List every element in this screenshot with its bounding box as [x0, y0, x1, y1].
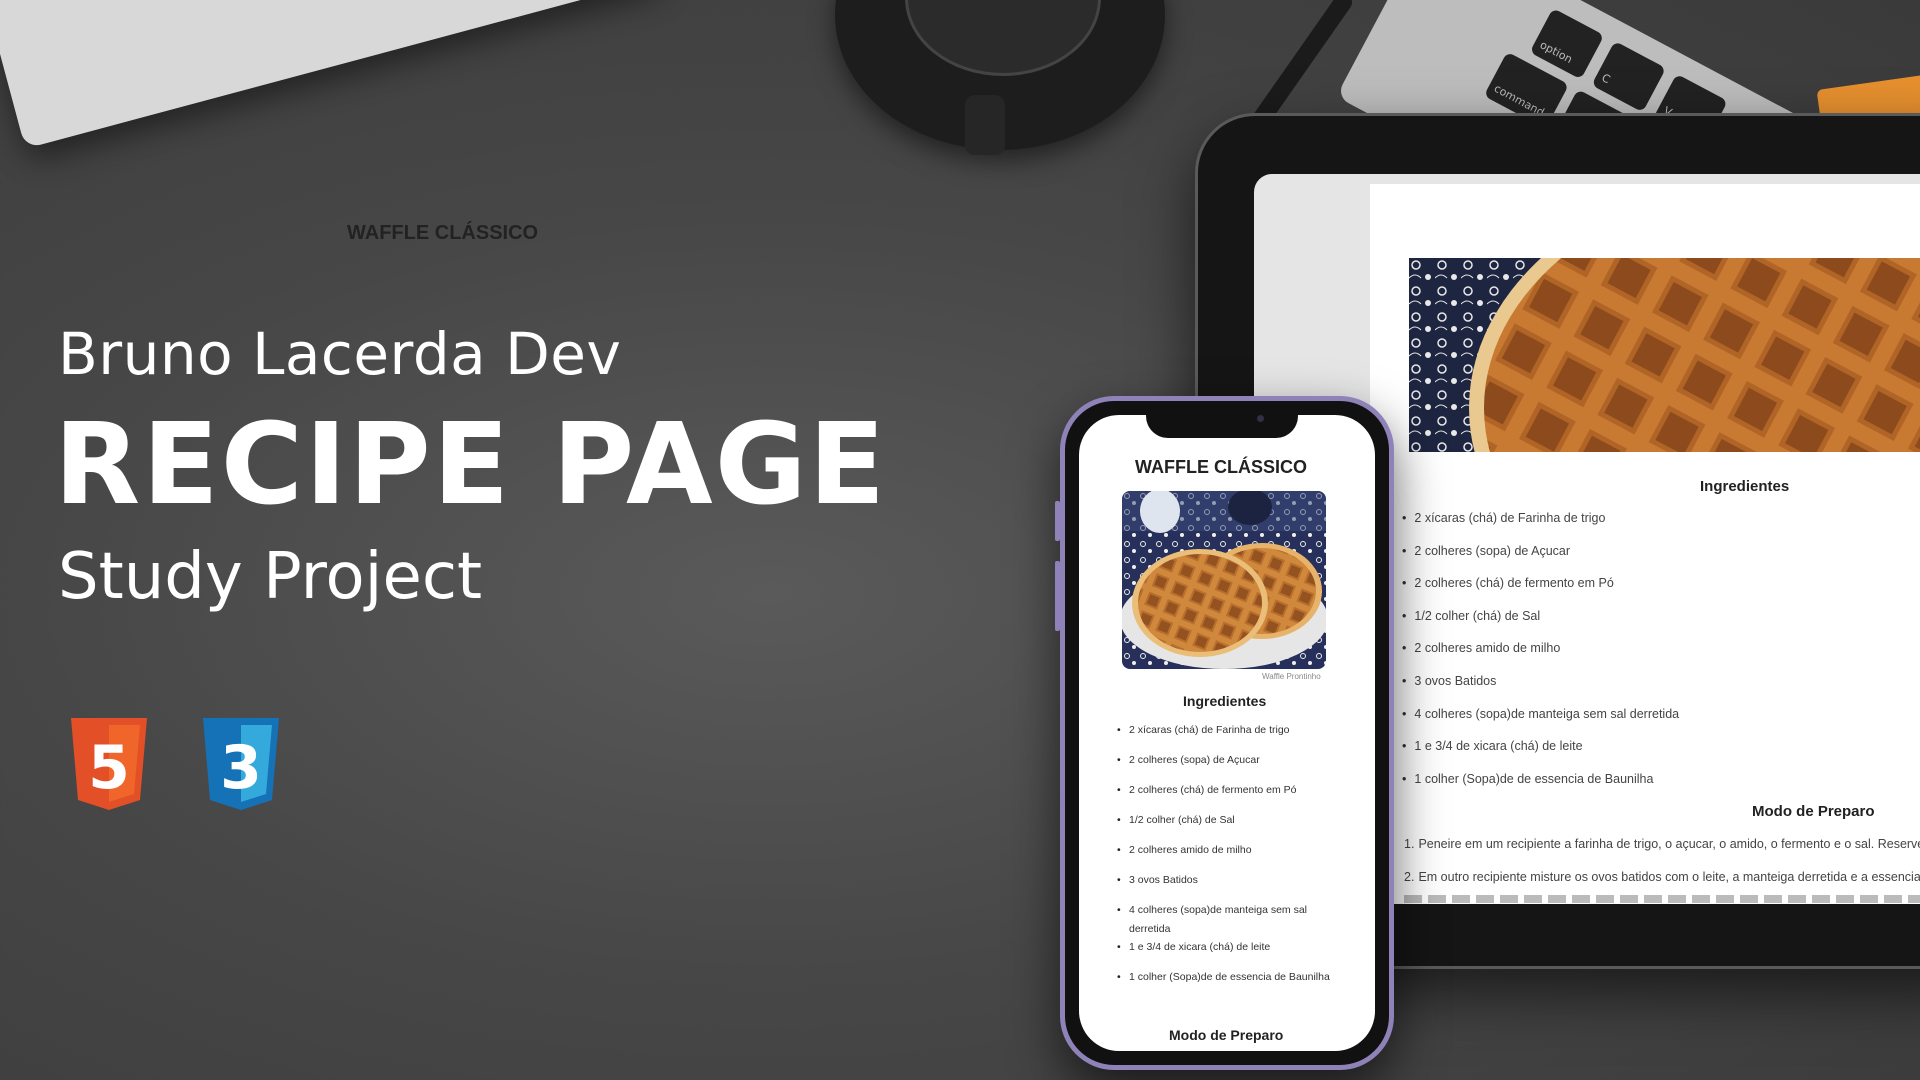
phone-recipe-title: WAFFLE CLÁSSICO: [1135, 457, 1307, 477]
coffee-cup-prop: [835, 0, 1165, 155]
list-item: 3 ovos Batidos: [1117, 871, 1337, 901]
phone-side-button: [1055, 561, 1060, 631]
css3-logo-icon: 3: [203, 718, 279, 810]
tablet-ingredients-list: 2 xícaras (chá) de Farinha de trigo 2 co…: [1402, 508, 1679, 801]
list-item: 2 colheres (sopa) de Açucar: [1402, 541, 1679, 574]
phone-ingredients-list: 2 xícaras (chá) de Farinha de trigo 2 co…: [1117, 721, 1337, 998]
list-item: 1. Peneire em um recipiente a farinha de …: [1404, 837, 1920, 851]
phone-method-heading: Modo de Preparo: [1169, 1027, 1284, 1043]
list-item: 2 colheres amido de milho: [1117, 841, 1337, 871]
tablet-ingredients-heading: Ingredientes: [1700, 478, 1790, 495]
phone-waffle-photo: [1122, 491, 1326, 669]
html5-logo-icon: 5: [71, 718, 147, 810]
tablet-method-heading: Modo de Preparo: [1752, 803, 1875, 820]
coffee-cup-rim: [905, 0, 1101, 76]
list-item: 2 xícaras (chá) de Farinha de trigo: [1117, 721, 1337, 751]
tablet-waffle-photo: [1409, 258, 1920, 452]
phone-ingredients-heading: Ingredientes: [1183, 693, 1267, 709]
camera-icon: [1257, 415, 1264, 422]
list-item: 4 colheres (sopa)de manteiga sem sal der…: [1117, 901, 1337, 938]
list-item: 1/2 colher (chá) de Sal: [1117, 811, 1337, 841]
list-item: 2 colheres (sopa) de Açucar: [1117, 751, 1337, 781]
page-subtitle: Study Project: [58, 540, 483, 614]
page-title: RECIPE PAGE: [54, 400, 888, 530]
phone-side-button: [1055, 501, 1060, 541]
phone-notch: [1146, 408, 1298, 438]
coffee-cup-handle: [965, 95, 1005, 155]
list-item: 2 colheres amido de milho: [1402, 638, 1679, 671]
tablet-cutoff-text: [1404, 895, 1920, 903]
svg-text:5: 5: [88, 733, 130, 803]
tablet-recipe-title: WAFFLE CLÁSSICO: [347, 222, 539, 244]
list-item: 2 xícaras (chá) de Farinha de trigo: [1402, 508, 1679, 541]
list-item: 1 e 3/4 de xicara (chá) de leite: [1117, 938, 1337, 968]
list-item: 2 colheres (chá) de fermento em Pó: [1117, 781, 1337, 811]
svg-text:3: 3: [220, 733, 262, 803]
list-item: 3 ovos Batidos: [1402, 671, 1679, 704]
list-item: 1 colher (Sopa)de de essencia de Baunilh…: [1117, 968, 1337, 998]
keyboard-prop: J N M < > ? command option control: [0, 0, 663, 149]
list-item: 1/2 colher (chá) de Sal: [1402, 606, 1679, 639]
tablet-method-steps: 1. Peneire em um recipiente a farinha de …: [1404, 834, 1920, 899]
phone-side-button: [1389, 541, 1394, 631]
list-item: 4 colheres (sopa)de manteiga sem sal der…: [1402, 704, 1679, 737]
list-item: 2 colheres (chá) de fermento em Pó: [1402, 573, 1679, 606]
photo-caption: Waffle Prontinho: [1262, 672, 1321, 681]
brand-name: Bruno Lacerda Dev: [58, 320, 622, 388]
list-item: 1 e 3/4 de xicara (chá) de leite: [1402, 736, 1679, 769]
list-item: 1 colher (Sopa)de de essencia de Baunilh…: [1402, 769, 1679, 802]
